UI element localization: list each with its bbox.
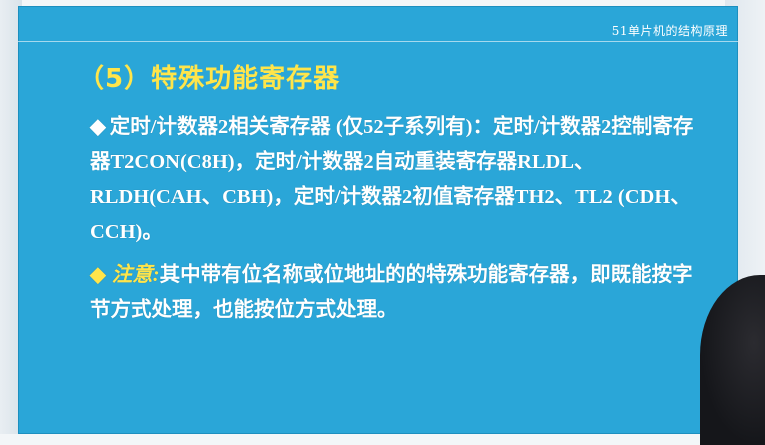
section-title: （5）特殊功能寄存器 — [78, 64, 341, 94]
diamond-bullet-icon: ◆ — [90, 116, 106, 138]
presentation-slide: 51单片机的结构原理 （5）特殊功能寄存器 ◆ 定时/计数器2相关寄存器 (仅52… — [18, 6, 738, 434]
paragraph2-text: 其中带有位名称或位地址的的特殊功能寄存器，即既能按字节方式处理，也能按位方式处理… — [90, 264, 693, 321]
course-title: 51单片机的结构原理 — [611, 24, 728, 38]
paragraph-note: ◆ 注意:其中带有位名称或位地址的的特殊功能寄存器，即既能按字节方式处理，也能按位… — [90, 258, 710, 328]
paragraph1-text: 定时/计数器2相关寄存器 (仅52子系列有)：定时/计数器2控制寄存器T2CON… — [90, 116, 694, 243]
header-divider — [18, 41, 738, 42]
paragraph-timer2-registers: ◆ 定时/计数器2相关寄存器 (仅52子系列有)：定时/计数器2控制寄存器T2CO… — [90, 110, 710, 250]
note-label: 注意: — [111, 264, 160, 286]
diamond-bullet-icon: ◆ — [90, 264, 106, 286]
